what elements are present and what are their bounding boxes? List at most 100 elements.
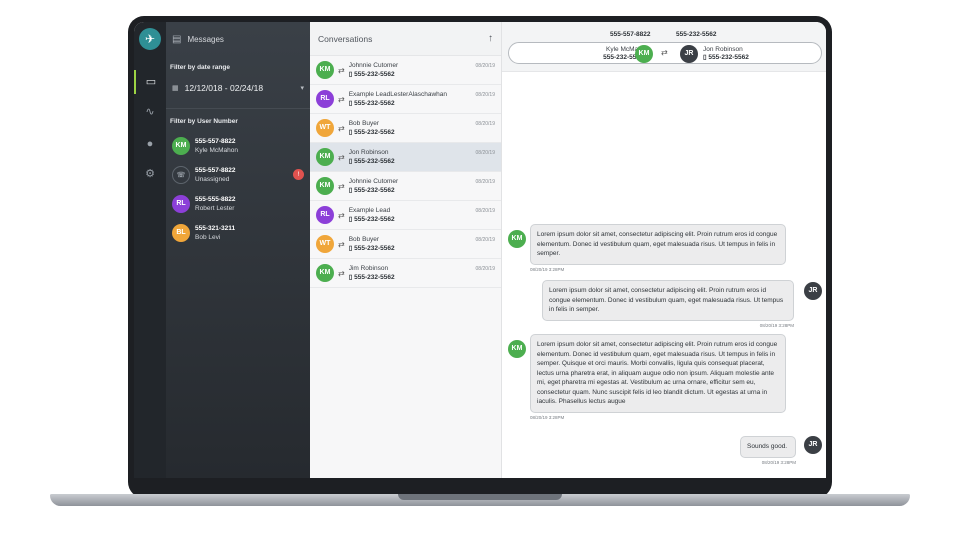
avatar: KM [508,230,526,248]
user-number: 555-555-8822 [195,195,236,203]
conversation-item[interactable]: RL ⇄ Example LeadLesterAlaschawhan ▯ 555… [310,85,501,114]
user-name: Kyle McMahon [195,146,238,154]
conversations-panel: Conversations ↑ KM ⇄ Johnnie Cutomer ▯ 5… [310,22,502,478]
avatar: KM [316,61,334,79]
contact-name: Bob Buyer [348,236,380,243]
contact-name: Jim Robinson [348,265,389,272]
avatar: RL [316,206,334,224]
message-timestamp: 08/20/19 3:28PM [530,266,565,272]
message-outgoing: JR Sounds good. 08/20/19 3:28PM [740,436,822,465]
conversation-item-selected[interactable]: KM ⇄ Jon Robinson ▯ 555-232-5562 08/20/1… [310,143,501,172]
analytics-icon[interactable]: ∿ [134,100,166,124]
right-number: 555-232-5562 [676,31,717,38]
conversation-date: 08/20/19 [475,266,495,272]
swap-icon: ⇄ [338,210,345,220]
contact-number: 555-232-5562 [354,187,395,194]
swap-icon: ⇄ [338,152,345,162]
contact-number: 555-232-5562 [354,71,395,78]
contact-number: 555-232-5562 [354,274,395,281]
messages-icon[interactable]: ▭ [134,70,166,94]
chevron-down-icon: ▾ [300,85,304,92]
filter-header: ▤ Messages [166,22,310,56]
user-filter-item[interactable]: KM 555-557-8822 Kyle McMahon [166,131,310,160]
date-range-select[interactable]: ▦ 12/12/018 - 02/24/18 ▾ [166,74,310,102]
filter-panel: ▤ Messages Filter by date range ▦ 12/12/… [166,22,310,478]
user-filter-item[interactable]: ☏ 555-557-8822 Unassigned ! [166,160,310,189]
alert-badge: ! [293,169,304,180]
user-name: Unassigned [195,175,230,183]
date-range-label: Filter by date range [170,64,230,71]
avatar: WT [316,235,334,253]
user-filter-item[interactable]: BL 555-321-3211 Bob Levi [166,218,310,247]
arrow-up-icon[interactable]: ↑ [488,33,493,44]
conversation-item[interactable]: KM ⇄ Johnnie Cutomer ▯ 555-232-5562 08/2… [310,56,501,85]
icon-rail: ✈ ▭ ∿ ● ⚙ [134,22,166,478]
right-participant-name: Jon Robinson [703,46,743,53]
user-number: 555-557-8822 [195,166,236,174]
avatar: RL [172,194,190,213]
user-name: Robert Lester [195,204,235,212]
conversations-header: Conversations ↑ [310,22,501,56]
conversation-date: 08/20/19 [475,63,495,69]
message-timestamp: 08/20/19 3:28PM [761,459,796,465]
conversation-date: 08/20/19 [475,208,495,214]
message-incoming: KM Lorem ipsum dolor sit amet, consectet… [508,224,788,272]
swap-icon: ⇄ [338,268,345,278]
user-name: Bob Levi [195,233,221,241]
message-incoming: KM Lorem ipsum dolor sit amet, consectet… [508,334,788,420]
avatar: KM [316,264,334,282]
date-range-value: 12/12/018 - 02/24/18 [184,83,264,93]
avatar: JR [680,45,698,63]
contact-name: Example LeadLesterAlaschawhan [348,91,447,98]
conversation-item[interactable]: RL ⇄ Example Lead ▯ 555-232-5562 08/20/1… [310,201,501,230]
conversation-item[interactable]: WT ⇄ Bob Buyer ▯ 555-232-5562 08/20/19 [310,230,501,259]
contact-name: Bob Buyer [348,120,380,127]
calendar-icon: ▦ [172,85,179,92]
user-icon[interactable]: ● [134,132,166,156]
user-number: 555-557-8822 [195,137,236,145]
phone-icon: ☏ [172,165,190,184]
avatar: BL [172,223,190,242]
contact-name: Jon Robinson [348,149,389,156]
right-participant-phone: 555-232-5562 [708,54,749,61]
contact-number: 555-232-5562 [354,216,395,223]
message-outgoing: JR Lorem ipsum dolor sit amet, consectet… [542,280,822,328]
participants-pill[interactable]: Kyle McMahon 555-232-5562 ▯ KM ⇄ JR Jon … [508,42,822,64]
message-bubble: Lorem ipsum dolor sit amet, consectetur … [530,334,786,413]
message-icon: ▤ [172,33,182,45]
user-number-label: Filter by User Number [170,118,238,125]
conversation-date: 08/20/19 [475,179,495,185]
message-timestamp: 08/20/19 3:28PM [759,322,794,328]
message-bubble: Lorem ipsum dolor sit amet, consectetur … [530,224,786,265]
conversation-date: 08/20/19 [475,237,495,243]
user-filter-item[interactable]: RL 555-555-8822 Robert Lester [166,189,310,218]
filter-header-label: Messages [187,34,224,44]
swap-icon: ⇄ [661,48,668,57]
message-bubble: Lorem ipsum dolor sit amet, consectetur … [542,280,794,321]
contact-name: Example Lead [348,207,391,214]
avatar: KM [316,177,334,195]
conversation-date: 08/20/19 [475,121,495,127]
swap-icon: ⇄ [338,181,345,191]
user-number: 555-321-3211 [195,224,236,232]
contact-number: 555-232-5562 [354,129,395,136]
laptop-notch [398,494,562,500]
settings-icon[interactable]: ⚙ [134,162,166,186]
contact-number: 555-232-5562 [354,245,395,252]
conversation-date: 08/20/19 [475,92,495,98]
conversation-item[interactable]: WT ⇄ Bob Buyer ▯ 555-232-5562 08/20/19 [310,114,501,143]
logo-icon[interactable]: ✈ [139,28,161,50]
swap-icon: ⇄ [338,94,345,104]
swap-icon: ⇄ [338,239,345,249]
contact-number: 555-232-5562 [354,158,395,165]
conversation-item[interactable]: KM ⇄ Jim Robinson ▯ 555-232-5562 08/20/1… [310,259,501,288]
message-bubble: Sounds good. [740,436,796,458]
avatar: KM [508,340,526,358]
avatar: WT [316,119,334,137]
avatar: KM [635,45,653,63]
conversation-item[interactable]: KM ⇄ Johnnie Cutomer ▯ 555-232-5562 08/2… [310,172,501,201]
message-timestamp: 08/20/19 3:28PM [530,414,565,420]
app-screen: ✈ ▭ ∿ ● ⚙ ▤ Messages Filter by date rang… [134,22,826,478]
conversation-date: 08/20/19 [475,150,495,156]
contact-number: 555-232-5562 [354,100,395,107]
